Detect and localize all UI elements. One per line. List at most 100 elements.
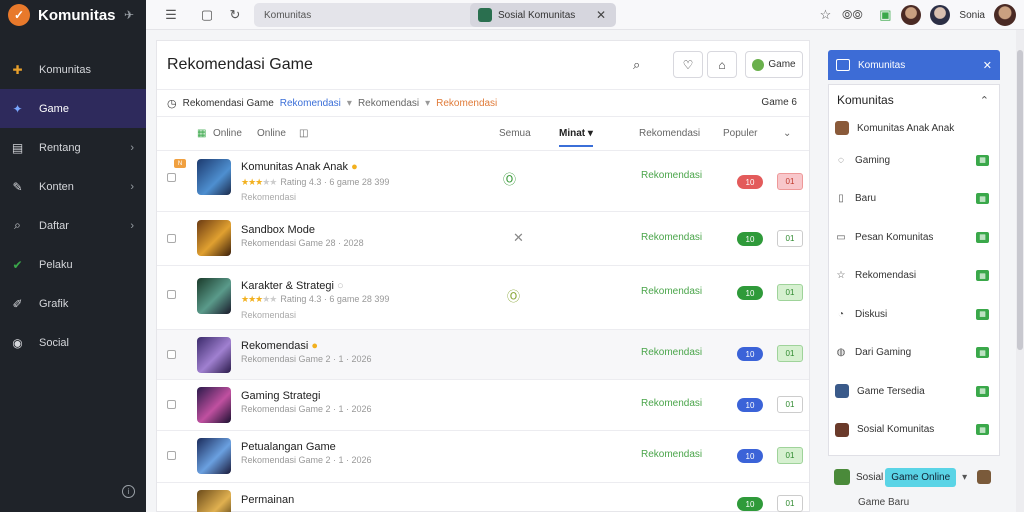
row-checkbox[interactable] (167, 290, 176, 299)
count-pill[interactable]: 10 (737, 497, 763, 511)
grid-icon[interactable]: ▦ (976, 154, 989, 166)
count-pill[interactable]: 10 (737, 398, 763, 412)
grid-icon[interactable]: ▦ (976, 347, 989, 359)
tab-active[interactable]: Sosial Komunitas ✕ (470, 3, 616, 27)
refresh-icon[interactable]: ↻ (228, 7, 242, 22)
search-icon[interactable]: ⌕ (633, 57, 640, 73)
sidebar-item-komunitas[interactable]: ✚ Komunitas (0, 50, 146, 89)
community-item[interactable]: ◌ Gaming ▦ (829, 141, 999, 180)
grid-icon[interactable]: ▦ (976, 385, 989, 397)
community-item[interactable]: ◍ Dari Gaming ▦ (829, 334, 999, 373)
breadcrumb-item[interactable]: Rekomendasi Game (183, 98, 274, 109)
scrollbar-thumb[interactable] (1017, 50, 1023, 350)
tab-rekomendasi[interactable]: Rekomendasi (639, 128, 700, 139)
info-icon[interactable]: i (122, 485, 135, 498)
sidebar-item-konten[interactable]: ✎ Konten › (0, 167, 146, 206)
avatar (835, 384, 849, 399)
tab-minat[interactable]: Minat ▾ (559, 128, 593, 147)
action-square[interactable]: 01 (777, 345, 803, 362)
home-button[interactable]: ⌂ (707, 51, 737, 78)
list-item[interactable]: N Komunitas Anak Anak ● ★★★★★ Rating 4.3 … (157, 151, 809, 212)
game-button[interactable]: Game (745, 51, 803, 78)
community-item[interactable]: Komunitas Anak Anak (829, 115, 999, 141)
community-item[interactable]: Sosial Komunitas ▦ (829, 411, 999, 450)
community-item[interactable]: ▭ Pesan Komunitas ▦ (829, 218, 999, 257)
action-square[interactable]: 01 (777, 230, 803, 247)
list-item[interactable]: Permainan 10 01 (157, 483, 809, 512)
community-footer[interactable]: Sosial Game Game Online ▾ (828, 462, 1000, 492)
row-checkbox[interactable] (167, 173, 176, 182)
brand[interactable]: ✓ Komunitas ✈ (0, 0, 146, 30)
sidebar-item-game[interactable]: ✦ Game (0, 89, 146, 128)
community-item[interactable]: ▯ Baru ▦ (829, 180, 999, 219)
avatar (977, 470, 992, 484)
sidebar-item-rentang[interactable]: ▤ Rentang › (0, 128, 146, 167)
avatar[interactable] (994, 4, 1016, 26)
menu-icon[interactable]: ☰ (164, 7, 178, 22)
doc-icon: ▤ (11, 140, 24, 155)
filter-online[interactable]: Online (257, 128, 286, 139)
sidebar-item-daftar[interactable]: ⌕ Daftar › (0, 206, 146, 245)
list-item[interactable]: Karakter & Strategi ○ ★★★★★ Rating 4.3 · … (157, 266, 809, 330)
action-square[interactable]: 01 (777, 284, 803, 301)
star-icon[interactable]: ☆ (818, 7, 832, 22)
breadcrumb-item[interactable]: Rekomendasi (358, 98, 419, 109)
grid-icon[interactable]: ▦ (976, 308, 989, 320)
grid-icon[interactable]: ▦ (976, 424, 989, 436)
breadcrumb-item[interactable]: Rekomendasi (280, 98, 341, 109)
community-item[interactable]: ☆ Rekomendasi ▦ (829, 257, 999, 296)
grid-icon[interactable]: ▦ (976, 270, 989, 282)
game-count[interactable]: Game 6 (761, 97, 797, 108)
community-last-item[interactable]: Game Baru (828, 492, 1000, 512)
action-square[interactable]: 01 (777, 173, 803, 190)
community-item[interactable]: ◔ Diskusi ▦ (829, 295, 999, 334)
user-name[interactable]: Sonia (959, 10, 985, 21)
list-item[interactable]: Gaming Strategi Rekomendasi Game 2 · 1 ·… (157, 380, 809, 431)
row-checkbox[interactable] (167, 400, 176, 409)
chat-icon[interactable]: ▣ (878, 7, 892, 22)
tab-populer[interactable]: Populer (723, 128, 757, 139)
game-title-text: Rekomendasi (241, 340, 309, 352)
more-icon[interactable]: ⦾⦾ (841, 7, 863, 22)
count-pill[interactable]: 10 (737, 232, 763, 246)
action-square[interactable]: 01 (777, 396, 803, 413)
community-item[interactable]: Game Tersedia ▦ (829, 372, 999, 411)
row-checkbox[interactable] (167, 350, 176, 359)
avatar[interactable] (930, 5, 951, 25)
chevron-down-icon[interactable]: ⌄ (783, 128, 791, 139)
community-section-header[interactable]: Komunitas ⌃ (829, 85, 999, 115)
list-item[interactable]: Petualangan Game Rekomendasi Game 2 · 1 … (157, 431, 809, 483)
like-button[interactable]: ♡ (673, 51, 703, 78)
count-pill[interactable]: 10 (737, 175, 763, 189)
list-item[interactable]: Sandbox Mode Rekomendasi Game 28 · 2028 … (157, 212, 809, 266)
brush-icon: ✐ (12, 296, 23, 311)
count-pill[interactable]: 10 (737, 286, 763, 300)
footer-highlight[interactable]: Game Online (885, 467, 957, 487)
chat-icon: ▭ (836, 231, 846, 243)
action-square[interactable]: 01 (777, 447, 803, 464)
list-item[interactable]: Rekomendasi ● Rekomendasi Game 2 · 1 · 2… (157, 330, 809, 380)
community-icon (836, 59, 850, 71)
sidebar-item-pelaku[interactable]: ✔ Pelaku (0, 245, 146, 284)
grid-icon[interactable]: ▦ (976, 231, 989, 243)
avatar[interactable] (901, 5, 922, 25)
action-square[interactable]: 01 (777, 495, 803, 512)
pin-icon[interactable]: ✈ (124, 8, 134, 22)
grid-icon[interactable]: ▦ (976, 193, 989, 205)
status-text: Rekomendasi (641, 449, 703, 460)
sidebar-item-social[interactable]: ◉ Social (0, 323, 146, 362)
close-icon[interactable]: ✕ (596, 8, 606, 22)
chevron-down-icon[interactable]: ▾ (962, 472, 967, 483)
count-pill[interactable]: 10 (737, 449, 763, 463)
filter-online-left[interactable]: Online (213, 128, 242, 139)
tab-semua[interactable]: Semua (499, 128, 531, 139)
row-checkbox[interactable] (167, 451, 176, 460)
breadcrumb-item[interactable]: Rekomendasi (436, 98, 497, 109)
row-checkbox[interactable] (167, 234, 176, 243)
sidebar-item-grafik[interactable]: ✐ Grafik (0, 284, 146, 323)
window-icon[interactable]: ▢ (200, 7, 214, 22)
close-icon[interactable]: ✕ (983, 59, 992, 72)
count-pill[interactable]: 10 (737, 347, 763, 361)
scrollbar[interactable] (1016, 30, 1024, 512)
apple-icon (752, 58, 765, 71)
